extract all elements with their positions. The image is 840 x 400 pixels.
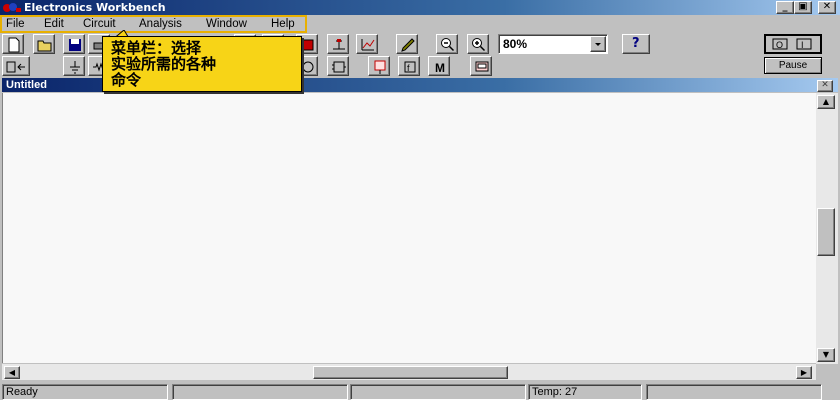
pause-label: Pause — [778, 60, 808, 71]
scroll-down-button[interactable]: ▼ — [817, 348, 835, 362]
indicator-icon — [374, 60, 386, 74]
maximize-button[interactable]: ▣ — [794, 1, 812, 14]
zoom-value: 80% — [503, 37, 528, 51]
zoom-in-button[interactable] — [467, 34, 489, 54]
new-file-icon — [8, 37, 20, 53]
save-button[interactable] — [63, 34, 85, 54]
arrow-down-icon: ▼ — [822, 350, 830, 359]
chevron-down-icon — [595, 43, 601, 46]
flipflop-icon — [332, 61, 346, 73]
sources-bin-button[interactable] — [63, 56, 85, 76]
parts-bin-icon — [6, 61, 25, 73]
favorites-bin-button[interactable] — [2, 56, 30, 76]
scroll-right-button[interactable]: ▶ — [796, 366, 812, 379]
open-folder-icon — [37, 40, 52, 52]
analysis-graph-button[interactable] — [356, 34, 378, 54]
arrow-left-icon: ◀ — [8, 368, 16, 377]
zoom-out-icon — [441, 38, 455, 52]
close-button[interactable]: ✕ — [818, 1, 836, 14]
help-icon: ? — [632, 36, 640, 51]
annotation-callout: 菜单栏：选择 实验所需的各种 命令 — [102, 36, 302, 92]
scroll-left-button[interactable]: ◀ — [4, 366, 20, 379]
status-message: Ready — [2, 384, 168, 400]
open-button[interactable] — [33, 34, 55, 54]
menu-file[interactable]: File — [6, 16, 25, 32]
document-close-button[interactable]: ✕ — [817, 80, 833, 92]
circuit-workspace[interactable] — [2, 93, 816, 363]
menu-analysis[interactable]: Analysis — [139, 16, 182, 32]
svg-text:O: O — [776, 40, 783, 50]
indicators-bin-button[interactable] — [368, 56, 390, 76]
power-switch[interactable]: O I — [764, 34, 822, 54]
graph-button[interactable] — [327, 34, 349, 54]
arrow-right-icon: ▶ — [800, 368, 808, 377]
graph-icon — [361, 39, 375, 51]
save-icon — [69, 39, 81, 51]
description-button[interactable] — [396, 34, 418, 54]
power-switch-icon: O I — [772, 38, 812, 50]
menu-edit[interactable]: Edit — [44, 16, 64, 32]
misc-bin-icon: M — [435, 61, 445, 75]
new-button[interactable] — [2, 34, 24, 54]
zoom-in-icon — [472, 38, 486, 52]
document-title: Untitled — [6, 79, 47, 91]
horizontal-scroll-thumb[interactable] — [313, 366, 508, 379]
annotation-text: 菜单栏：选择 实验所需的各种 命令 — [111, 39, 217, 89]
zoom-dropdown-button[interactable] — [590, 36, 606, 52]
svg-text:M: M — [435, 61, 445, 75]
svg-text:I: I — [801, 40, 804, 50]
minimize-button[interactable]: _ — [776, 1, 794, 14]
status-cell — [646, 384, 822, 400]
instruments-bin-button[interactable] — [470, 56, 492, 76]
status-cell — [172, 384, 348, 400]
digital-bin-button[interactable] — [327, 56, 349, 76]
app-icon — [3, 3, 21, 12]
zoom-out-button[interactable] — [436, 34, 458, 54]
scroll-up-button[interactable]: ▲ — [817, 95, 835, 109]
arrow-up-icon: ▲ — [822, 97, 830, 106]
misc-bin-button[interactable]: M — [428, 56, 450, 76]
menu-help[interactable]: Help — [271, 16, 295, 32]
vertical-scroll-thumb[interactable] — [817, 208, 835, 256]
edit-pencil-icon — [401, 38, 415, 52]
menu-window[interactable]: Window — [206, 16, 247, 32]
title-bar: Electronics Workbench _ ▣ ✕ — [0, 0, 840, 15]
status-bar: Ready Temp: 27 — [0, 382, 840, 400]
help-button[interactable]: ? — [622, 34, 650, 54]
ic-icon — [302, 61, 314, 73]
control-icon: f — [404, 61, 416, 73]
pause-button[interactable]: Pause — [764, 57, 822, 74]
ground-icon — [70, 61, 80, 74]
controls-bin-button[interactable]: f — [398, 56, 420, 76]
instrument-icon — [475, 61, 489, 72]
status-temperature: Temp: 27 — [528, 384, 642, 400]
component-icon — [333, 39, 345, 50]
subcircuit-icon — [302, 39, 314, 51]
status-cell — [350, 384, 526, 400]
zoom-select[interactable]: 80% — [498, 34, 608, 54]
window-title: Electronics Workbench — [24, 1, 166, 14]
